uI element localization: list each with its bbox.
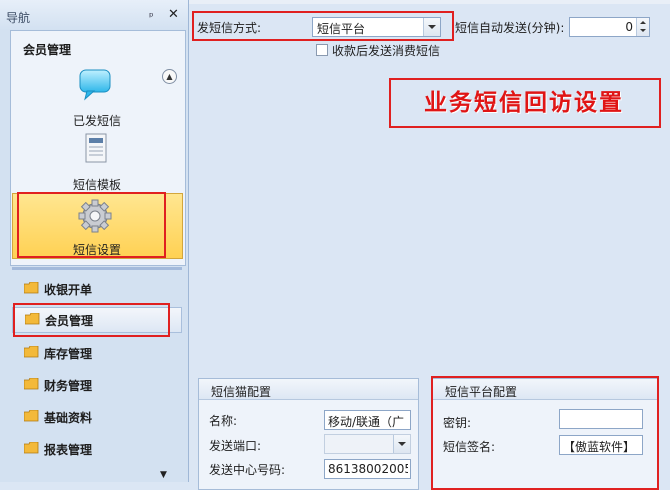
auto-send-label: 短信自动发送(分钟): bbox=[455, 21, 565, 35]
nav-item-sms-settings[interactable]: 短信设置 bbox=[12, 193, 183, 259]
nav-item-label: 短信设置 bbox=[72, 243, 121, 257]
cat-port-label: 发送端口: bbox=[209, 439, 262, 453]
after-payment-checkbox[interactable] bbox=[316, 44, 328, 56]
navigation-panel: 导航 ᵖ ✕ 会员管理 ▲ 已发短信 短信模板 短信设置 收银开单 会员管理 库… bbox=[0, 0, 189, 482]
speech-bubble-icon bbox=[79, 69, 111, 101]
nav-item-sms-template[interactable]: 短信模板 bbox=[13, 131, 181, 192]
folder-icon bbox=[24, 346, 39, 358]
nav-list-label: 库存管理 bbox=[44, 347, 93, 361]
sms-cat-config-group: 短信猫配置 名称: 移动/联通（广 发送端口: 发送中心号码: 86138002… bbox=[198, 378, 419, 490]
nav-item-label: 短信模板 bbox=[72, 178, 121, 192]
cat-name-label: 名称: bbox=[209, 414, 238, 428]
platform-key-label: 密钥: bbox=[443, 416, 472, 430]
nav-list-label: 收银开单 bbox=[44, 283, 93, 297]
send-method-value: 短信平台 bbox=[317, 22, 366, 36]
spinner-arrows[interactable] bbox=[636, 18, 649, 36]
auto-send-spinner[interactable]: 0 bbox=[569, 17, 650, 37]
nav-list-checkout[interactable]: 收银开单 bbox=[12, 277, 180, 301]
cat-center-input[interactable]: 8613800200500 bbox=[324, 459, 411, 479]
cat-port-select[interactable] bbox=[324, 434, 411, 454]
pin-icon[interactable]: ᵖ bbox=[149, 10, 154, 23]
nav-list-label: 基础资料 bbox=[44, 411, 93, 425]
cat-name-value: 移动/联通（广 bbox=[328, 415, 405, 429]
folder-icon bbox=[24, 282, 39, 294]
send-method-select[interactable]: 短信平台 bbox=[312, 17, 441, 37]
platform-sign-value: 【傲蓝软件】 bbox=[563, 440, 636, 454]
chevron-down-icon[interactable]: ▼ bbox=[160, 470, 167, 480]
nav-group-title: 会员管理 bbox=[23, 43, 72, 57]
main-panel: 发短信方式: 短信平台 短信自动发送(分钟): 0 收款后发送消费短信 业务短信… bbox=[189, 0, 670, 490]
document-icon bbox=[85, 133, 107, 163]
gear-icon bbox=[78, 199, 112, 233]
group-title-bar: 短信平台配置 bbox=[433, 379, 657, 400]
chevron-down-icon[interactable] bbox=[393, 435, 410, 453]
folder-icon bbox=[24, 410, 39, 422]
nav-list-member[interactable]: 会员管理 bbox=[12, 307, 182, 333]
cat-center-value: 8613800200500 bbox=[328, 462, 408, 476]
group-title: 短信平台配置 bbox=[445, 385, 518, 399]
platform-key-input[interactable] bbox=[559, 409, 643, 429]
nav-list-label: 报表管理 bbox=[44, 443, 93, 457]
top-bar bbox=[189, 0, 670, 4]
folder-icon bbox=[24, 442, 39, 454]
cat-name-input[interactable]: 移动/联通（广 bbox=[324, 410, 411, 430]
spin-up-icon[interactable] bbox=[640, 21, 646, 24]
chevron-down-icon[interactable] bbox=[423, 18, 440, 36]
after-payment-label: 收款后发送消费短信 bbox=[332, 44, 441, 58]
auto-send-value: 0 bbox=[625, 20, 633, 34]
nav-list-label: 会员管理 bbox=[45, 314, 94, 328]
platform-sign-label: 短信签名: bbox=[443, 440, 496, 454]
nav-title: 导航 bbox=[6, 11, 31, 25]
platform-sign-input[interactable]: 【傲蓝软件】 bbox=[559, 435, 643, 455]
spin-down-icon[interactable] bbox=[640, 29, 646, 32]
cat-center-label: 发送中心号码: bbox=[209, 463, 286, 477]
nav-list-finance[interactable]: 财务管理 bbox=[12, 373, 180, 397]
close-icon[interactable]: ✕ bbox=[168, 7, 179, 22]
folder-icon bbox=[24, 378, 39, 390]
nav-divider[interactable] bbox=[12, 267, 182, 270]
send-method-label: 发短信方式: bbox=[197, 21, 262, 35]
nav-list-inventory[interactable]: 库存管理 bbox=[12, 341, 180, 365]
nav-list-reports[interactable]: 报表管理 bbox=[12, 437, 180, 461]
folder-icon bbox=[25, 313, 40, 325]
banner-title: 业务短信回访设置 bbox=[389, 80, 659, 126]
group-title: 短信猫配置 bbox=[211, 385, 272, 399]
nav-group-member: 会员管理 ▲ 已发短信 短信模板 短信设置 bbox=[10, 30, 186, 266]
nav-header: 导航 ᵖ ✕ bbox=[0, 0, 188, 30]
nav-list-label: 财务管理 bbox=[44, 379, 93, 393]
sms-platform-config-group: 短信平台配置 密钥: 短信签名: 【傲蓝软件】 bbox=[432, 378, 658, 490]
group-title-bar: 短信猫配置 bbox=[199, 379, 418, 400]
nav-item-sent-sms[interactable]: 已发短信 bbox=[13, 67, 181, 128]
nav-list-basic-data[interactable]: 基础资料 bbox=[12, 405, 180, 429]
nav-item-label: 已发短信 bbox=[72, 114, 121, 128]
